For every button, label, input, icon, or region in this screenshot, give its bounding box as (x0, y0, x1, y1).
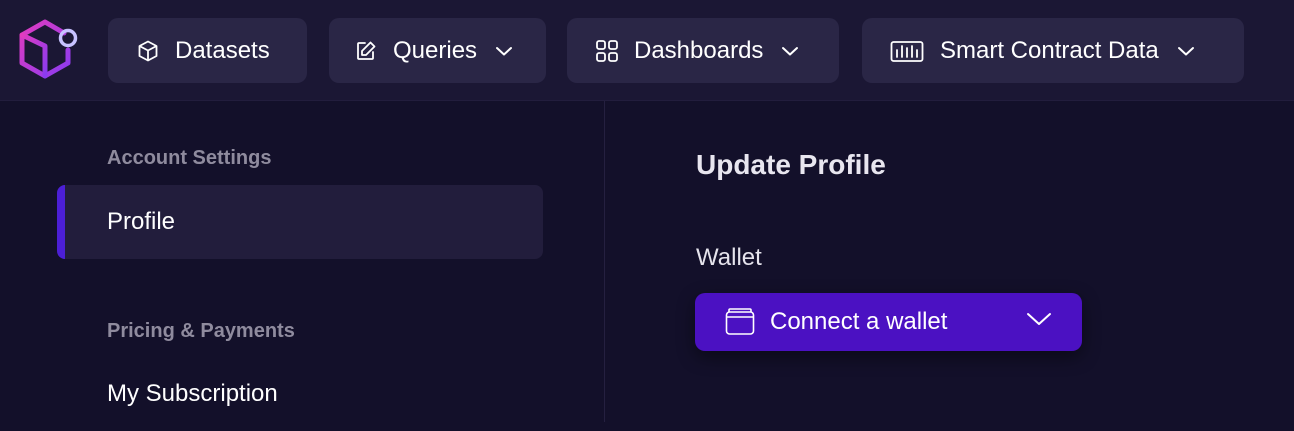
grid-icon (595, 39, 619, 63)
nav-datasets-button[interactable]: Datasets (108, 18, 307, 83)
nav-dashboards-button[interactable]: Dashboards (567, 18, 839, 83)
profile-panel: Update Profile Wallet Connect a wallet (605, 101, 1294, 422)
section-heading-pricing-payments: Pricing & Payments (107, 320, 295, 342)
section-heading-account-settings: Account Settings (107, 147, 272, 169)
nav-datasets-label: Datasets (175, 36, 270, 64)
connect-wallet-label: Connect a wallet (770, 308, 948, 335)
nav-smart-contract-data-button[interactable]: Smart Contract Data (862, 18, 1244, 83)
cube-icon (136, 39, 160, 63)
sidebar-item-my-subscription[interactable]: My Subscription (57, 357, 543, 431)
edit-icon (355, 40, 377, 62)
connect-wallet-button[interactable]: Connect a wallet (695, 293, 1082, 351)
top-navigation-bar: Datasets Queries Dashboards Smart Contra… (0, 0, 1294, 101)
chevron-down-icon (781, 45, 799, 57)
wallet-icon (725, 307, 755, 337)
nav-smart-contract-data-label: Smart Contract Data (940, 36, 1159, 64)
settings-sidebar: Account Settings Profile Pricing & Payme… (0, 101, 604, 422)
page-title: Update Profile (696, 149, 886, 180)
nav-dashboards-label: Dashboards (634, 36, 764, 64)
nav-queries-label: Queries (393, 36, 478, 64)
sidebar-item-profile[interactable]: Profile (57, 185, 543, 259)
logo-icon[interactable] (14, 16, 82, 84)
nav-queries-button[interactable]: Queries (329, 18, 546, 83)
chevron-down-icon (495, 45, 513, 57)
bar-chart-icon (890, 39, 924, 63)
sidebar-item-label: My Subscription (107, 380, 278, 407)
sidebar-item-label: Profile (107, 208, 176, 235)
wallet-label: Wallet (696, 244, 762, 271)
chevron-down-icon (1177, 45, 1195, 57)
chevron-down-icon (1026, 311, 1052, 327)
